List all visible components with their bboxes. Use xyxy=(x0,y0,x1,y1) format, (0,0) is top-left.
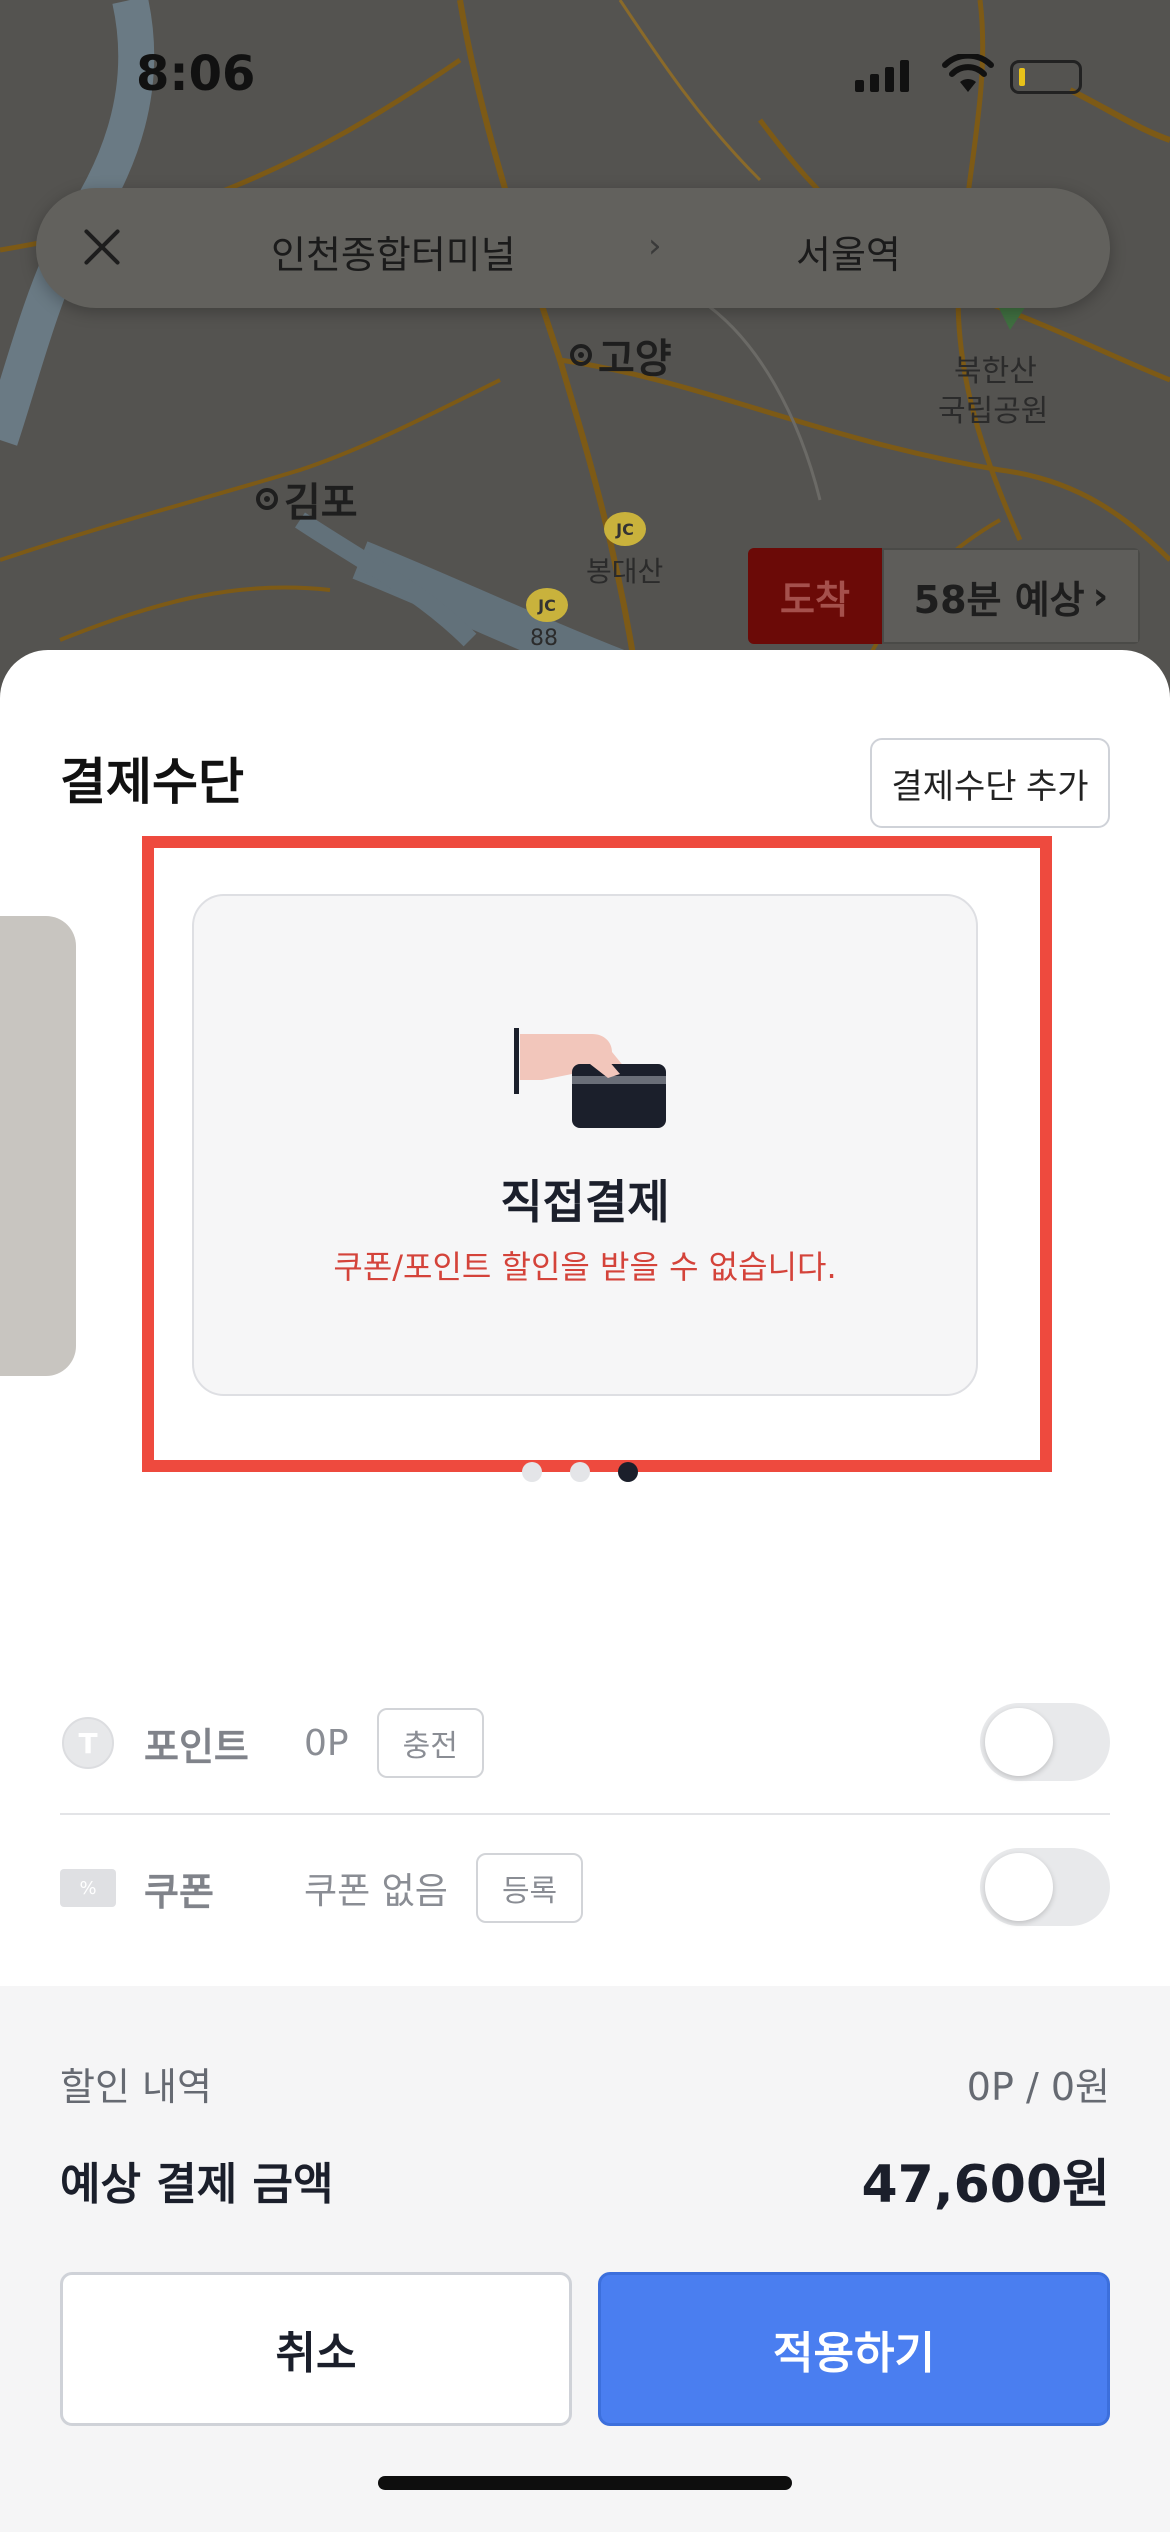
add-payment-method-button[interactable]: 결제수단 추가 xyxy=(870,738,1110,828)
battery-icon xyxy=(1010,60,1082,94)
coupon-value: 쿠폰 없음 xyxy=(304,1871,448,1912)
coupon-toggle[interactable] xyxy=(980,1848,1110,1926)
junction-icon: JC xyxy=(604,512,646,546)
points-toggle[interactable] xyxy=(980,1703,1110,1781)
page-dot[interactable] xyxy=(522,1462,542,1482)
route-destination[interactable]: 서울역 xyxy=(796,224,901,279)
coupon-icon: % xyxy=(60,1860,116,1916)
status-time: 8:06 xyxy=(136,46,256,102)
apply-button[interactable]: 적용하기 xyxy=(598,2272,1110,2426)
route-bar: 인천종합터미널 › 서울역 xyxy=(36,188,1110,308)
map-route-number: 88 xyxy=(530,626,558,651)
city-marker-icon xyxy=(256,488,278,510)
map-label-gimpo: 김포 xyxy=(256,470,358,528)
status-bar: 8:06 xyxy=(0,0,1170,150)
point-icon: T xyxy=(60,1715,116,1771)
highlight-box xyxy=(142,836,1052,1472)
city-marker-icon xyxy=(570,344,592,366)
route-origin[interactable]: 인천종합터미널 xyxy=(271,224,516,279)
register-coupon-button[interactable]: 등록 xyxy=(475,1853,584,1923)
sheet-title: 결제수단 xyxy=(60,753,244,811)
total-label: 예상 결제 금액 xyxy=(60,2159,334,2210)
charge-points-button[interactable]: 충전 xyxy=(376,1708,484,1778)
arrival-eta-text: 58분 예상 xyxy=(913,577,1085,622)
map-label-bukhansan: 북한산 xyxy=(954,354,1037,389)
divider xyxy=(60,1813,1110,1815)
junction-icon: JC xyxy=(526,588,568,622)
close-icon[interactable] xyxy=(72,218,132,278)
coupon-label: 쿠폰 xyxy=(144,1869,214,1914)
payment-summary: 할인 내역 0P / 0원 예상 결제 금액 47,600원 취소 적용하기 xyxy=(0,1986,1170,2532)
total-amount: 47,600원 xyxy=(861,2155,1110,2215)
map-label-bongdaesan: 봉대산 xyxy=(586,555,664,588)
arrival-tag: 도착 xyxy=(748,548,882,644)
page-dot[interactable] xyxy=(570,1462,590,1482)
points-value: 0P xyxy=(304,1722,349,1764)
home-indicator[interactable] xyxy=(378,2476,792,2490)
map-label-bukhansan-park: 국립공원 xyxy=(938,394,1049,429)
carousel-pagination xyxy=(522,1462,638,1482)
cellular-signal-icon xyxy=(855,60,909,92)
page-dot-active[interactable] xyxy=(618,1462,638,1482)
discount-value: 0P / 0원 xyxy=(966,2065,1110,2109)
wifi-icon xyxy=(942,54,994,92)
coupon-row: % 쿠폰 쿠폰 없음 등록 xyxy=(60,1838,1110,1938)
previous-payment-card[interactable] xyxy=(0,916,76,1376)
points-row: T 포인트 0P 충전 xyxy=(60,1693,1110,1793)
discount-label: 할인 내역 xyxy=(60,2065,212,2109)
map-label-goyang: 고양 xyxy=(570,326,672,384)
arrival-eta: 58분 예상 › xyxy=(882,548,1140,644)
points-label: 포인트 xyxy=(144,1724,249,1769)
chevron-right-icon: › xyxy=(1092,574,1109,618)
payment-sheet: 결제수단 결제수단 추가 직접결제 쿠폰/포인트 할인을 받을 수 없습니다. … xyxy=(0,650,1170,2532)
chevron-right-icon: › xyxy=(648,226,662,266)
cancel-button[interactable]: 취소 xyxy=(60,2272,572,2426)
arrival-estimate[interactable]: 도착 58분 예상 › xyxy=(748,548,1140,644)
